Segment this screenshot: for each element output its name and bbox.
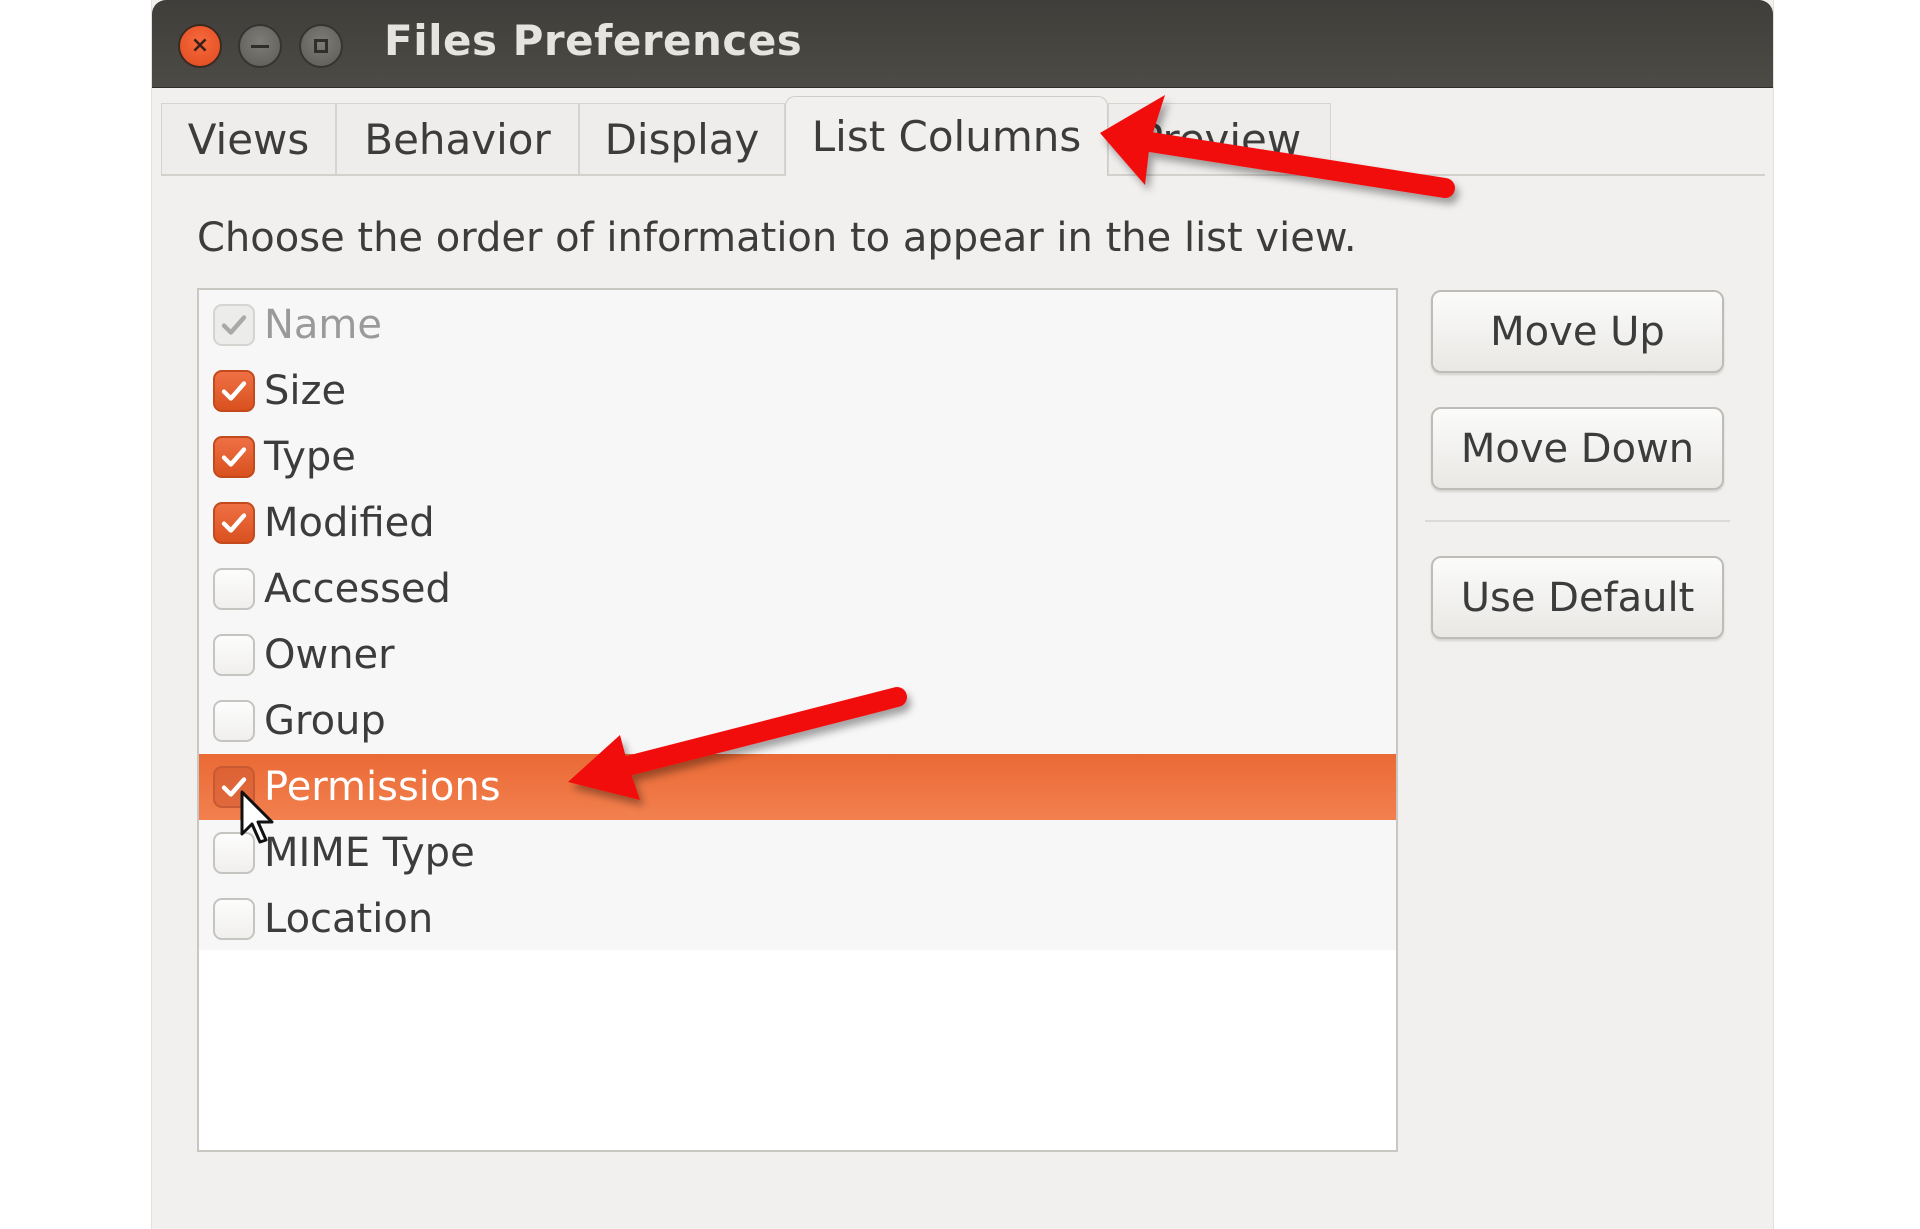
mouse-cursor-icon (240, 790, 274, 844)
tab-display[interactable]: Display (579, 103, 785, 174)
use-default-button[interactable]: Use Default (1431, 556, 1724, 639)
column-checkbox[interactable] (213, 700, 255, 742)
maximize-button[interactable] (299, 24, 343, 68)
title-bar[interactable]: × Files Preferences (152, 0, 1773, 88)
close-icon: × (190, 33, 210, 58)
checkmark-icon (221, 315, 247, 335)
checkmark-icon (221, 381, 247, 401)
column-checkbox[interactable] (213, 436, 255, 478)
column-row-size[interactable]: Size (199, 358, 1396, 424)
columns-list-rows: Name Size Type Modified Accessed Owner Group Pe… (199, 290, 1396, 950)
column-row-accessed[interactable]: Accessed (199, 556, 1396, 622)
button-separator (1425, 520, 1730, 522)
tab-views[interactable]: Views (161, 103, 336, 174)
column-checkbox (213, 304, 255, 346)
column-row-permissions[interactable]: Permissions (199, 754, 1396, 820)
instruction-label: Choose the order of information to appea… (197, 215, 1357, 261)
column-label: Modified (264, 500, 435, 546)
column-label: MIME Type (264, 830, 475, 876)
checkmark-icon (221, 447, 247, 467)
column-row-type[interactable]: Type (199, 424, 1396, 490)
column-row-mime-type[interactable]: MIME Type (199, 820, 1396, 886)
column-checkbox[interactable] (213, 898, 255, 940)
columns-list[interactable]: Name Size Type Modified Accessed Owner Group Pe… (197, 288, 1398, 1152)
maximize-icon (314, 39, 328, 53)
window-title: Files Preferences (384, 16, 803, 65)
tab-preview[interactable]: Preview (1108, 103, 1331, 174)
close-button[interactable]: × (178, 24, 222, 68)
column-label: Name (264, 302, 383, 348)
column-checkbox[interactable] (213, 568, 255, 610)
tab-list-columns[interactable]: List Columns (785, 96, 1108, 176)
column-row-name[interactable]: Name (199, 292, 1396, 358)
column-label: Location (264, 896, 434, 942)
column-label: Group (264, 698, 386, 744)
column-row-modified[interactable]: Modified (199, 490, 1396, 556)
column-label: Size (264, 368, 347, 414)
column-label: Accessed (264, 566, 451, 612)
column-label: Type (264, 434, 356, 480)
minimize-button[interactable] (238, 24, 282, 68)
move-up-button[interactable]: Move Up (1431, 290, 1724, 373)
column-label: Owner (264, 632, 395, 678)
column-checkbox[interactable] (213, 502, 255, 544)
preferences-window: × Files Preferences Views Behavior Displ… (151, 0, 1774, 1229)
tab-behavior[interactable]: Behavior (336, 103, 579, 174)
checkmark-icon (221, 513, 247, 533)
column-row-group[interactable]: Group (199, 688, 1396, 754)
column-label: Permissions (264, 764, 501, 810)
move-down-button[interactable]: Move Down (1431, 407, 1724, 490)
column-row-location[interactable]: Location (199, 886, 1396, 952)
minimize-icon (251, 44, 269, 48)
column-checkbox[interactable] (213, 634, 255, 676)
column-checkbox[interactable] (213, 370, 255, 412)
column-row-owner[interactable]: Owner (199, 622, 1396, 688)
